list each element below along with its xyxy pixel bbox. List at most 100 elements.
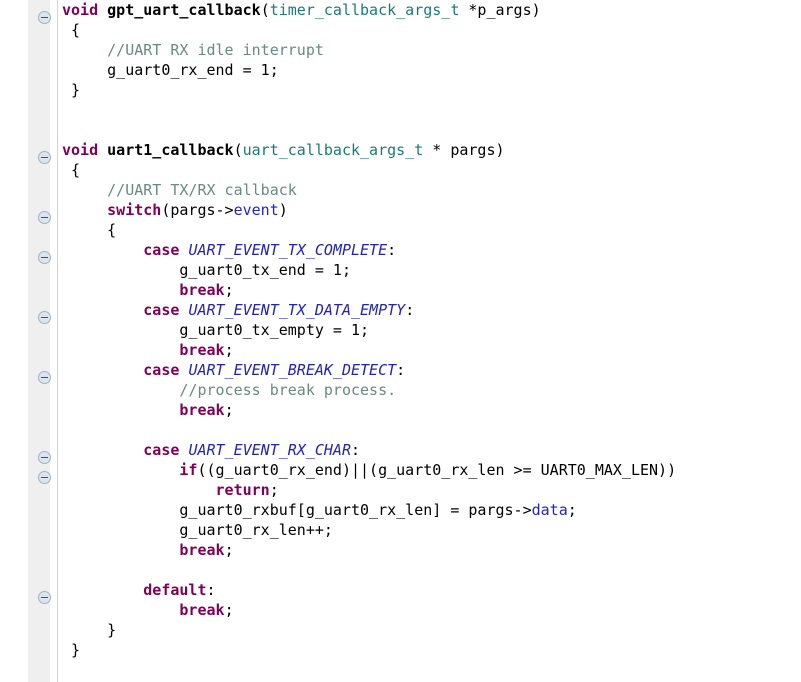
code-text-content[interactable]: void gpt_uart_callback(timer_callback_ar… [58, 0, 801, 660]
code-token-plain: ) [278, 201, 288, 219]
code-token-kw: case [143, 361, 180, 379]
fold-marker-switch[interactable] [38, 211, 51, 224]
code-viewport[interactable]: void gpt_uart_callback(timer_callback_ar… [58, 0, 801, 682]
code-line[interactable]: case UART_EVENT_TX_DATA_EMPTY: [62, 300, 801, 320]
code-line[interactable]: g_uart0_tx_end = 1; [62, 260, 801, 280]
code-line[interactable]: g_uart0_tx_empty = 1; [62, 320, 801, 340]
code-token-kw: return [215, 481, 270, 499]
code-token-punct: ( [233, 141, 243, 159]
code-line[interactable]: //UART TX/RX callback [62, 180, 801, 200]
code-line[interactable]: g_uart0_rx_end = 1; [62, 60, 801, 80]
fold-marker-case-rx-char[interactable] [38, 451, 51, 464]
fold-marker-if-rx-guard[interactable] [38, 471, 51, 484]
code-token-plain: (pargs-> [161, 201, 234, 219]
code-token-plain: ; [224, 401, 234, 419]
code-line[interactable]: { [62, 220, 801, 240]
code-token-punct: ( [260, 1, 270, 19]
code-line[interactable]: case UART_EVENT_TX_COMPLETE: [62, 240, 801, 260]
fold-marker-case-tx-data-empty[interactable] [38, 311, 51, 324]
code-line[interactable]: g_uart0_rxbuf[g_uart0_rx_len] = pargs->d… [62, 500, 801, 520]
code-line[interactable]: case UART_EVENT_BREAK_DETECT: [62, 360, 801, 380]
code-token-comment: //UART TX/RX callback [107, 181, 297, 199]
code-line[interactable]: //process break process. [62, 380, 801, 400]
code-line[interactable]: } [62, 80, 801, 100]
folding-gutter[interactable] [28, 0, 50, 682]
code-token-plain: g_uart0_tx_empty = 1; [62, 321, 370, 339]
code-token-plain: ; [224, 281, 234, 299]
code-token-kw: break [179, 541, 225, 559]
code-token-kw: break [179, 341, 225, 359]
code-line[interactable] [62, 100, 801, 120]
annotation-ruler-gutter[interactable] [0, 0, 28, 682]
code-token-plain: ; [567, 501, 577, 519]
code-line[interactable]: switch(pargs->event) [62, 200, 801, 220]
code-line[interactable]: case UART_EVENT_RX_CHAR: [62, 440, 801, 460]
code-token-plain: g_uart0_rxbuf[g_uart0_rx_len] = pargs-> [62, 501, 532, 519]
code-line[interactable]: break; [62, 280, 801, 300]
code-token-plain: ; [224, 541, 234, 559]
code-token-field: event [233, 201, 279, 219]
code-token-plain: { [62, 21, 81, 39]
code-token-enum: UART_EVENT_BREAK_DETECT [188, 361, 397, 379]
code-line[interactable]: break; [62, 340, 801, 360]
code-line[interactable] [62, 420, 801, 440]
code-token-plain: : [387, 241, 397, 259]
code-token-comment: //process break process. [179, 381, 397, 399]
code-token-kw: break [179, 601, 225, 619]
code-line[interactable]: break; [62, 600, 801, 620]
code-token-plain: { [62, 161, 81, 179]
code-token-type: timer_callback_args_t [269, 1, 460, 19]
code-line[interactable]: void uart1_callback(uart_callback_args_t… [62, 140, 801, 160]
code-token-kw: void [62, 1, 99, 19]
code-line[interactable]: { [62, 20, 801, 40]
code-token-plain: : [405, 301, 415, 319]
code-token-comment: //UART RX idle interrupt [107, 41, 324, 59]
fold-marker-gpt-uart-callback[interactable] [38, 11, 51, 24]
code-line[interactable]: g_uart0_rx_len++; [62, 520, 801, 540]
code-token-kw: case [143, 441, 180, 459]
code-line[interactable]: default: [62, 580, 801, 600]
code-line[interactable]: if((g_uart0_rx_end)||(g_uart0_rx_len >= … [62, 460, 801, 480]
code-line[interactable]: return; [62, 480, 801, 500]
code-token-plain: * pargs) [423, 141, 505, 159]
code-line[interactable]: //UART RX idle interrupt [62, 40, 801, 60]
code-token-fn: uart1_callback [107, 141, 234, 159]
code-token-enum: UART_EVENT_RX_CHAR [188, 441, 351, 459]
code-token-kw: case [143, 301, 180, 319]
code-token-enum: UART_EVENT_TX_COMPLETE [188, 241, 388, 259]
code-line[interactable]: break; [62, 540, 801, 560]
code-line[interactable]: } [62, 640, 801, 660]
code-token-plain: : [351, 441, 361, 459]
fold-marker-default[interactable] [38, 591, 51, 604]
code-line[interactable]: { [62, 160, 801, 180]
code-token-plain: ((g_uart0_rx_end)||(g_uart0_rx_len >= UA… [197, 461, 677, 479]
code-token-field: data [531, 501, 568, 519]
fold-marker-uart1-callback[interactable] [38, 151, 51, 164]
fold-marker-case-tx-complete[interactable] [38, 251, 51, 264]
code-token-plain: *p_args) [459, 1, 541, 19]
code-token-kw: case [143, 241, 180, 259]
code-token-plain: } [62, 641, 81, 659]
fold-marker-case-break-detect[interactable] [38, 371, 51, 384]
code-line[interactable]: break; [62, 400, 801, 420]
code-token-plain: ; [224, 341, 234, 359]
code-line[interactable]: void gpt_uart_callback(timer_callback_ar… [62, 0, 801, 20]
code-token-kw: break [179, 281, 225, 299]
code-line[interactable]: } [62, 620, 801, 640]
code-line[interactable] [62, 560, 801, 580]
code-token-plain: g_uart0_rx_end = 1; [62, 61, 279, 79]
code-line[interactable] [62, 120, 801, 140]
